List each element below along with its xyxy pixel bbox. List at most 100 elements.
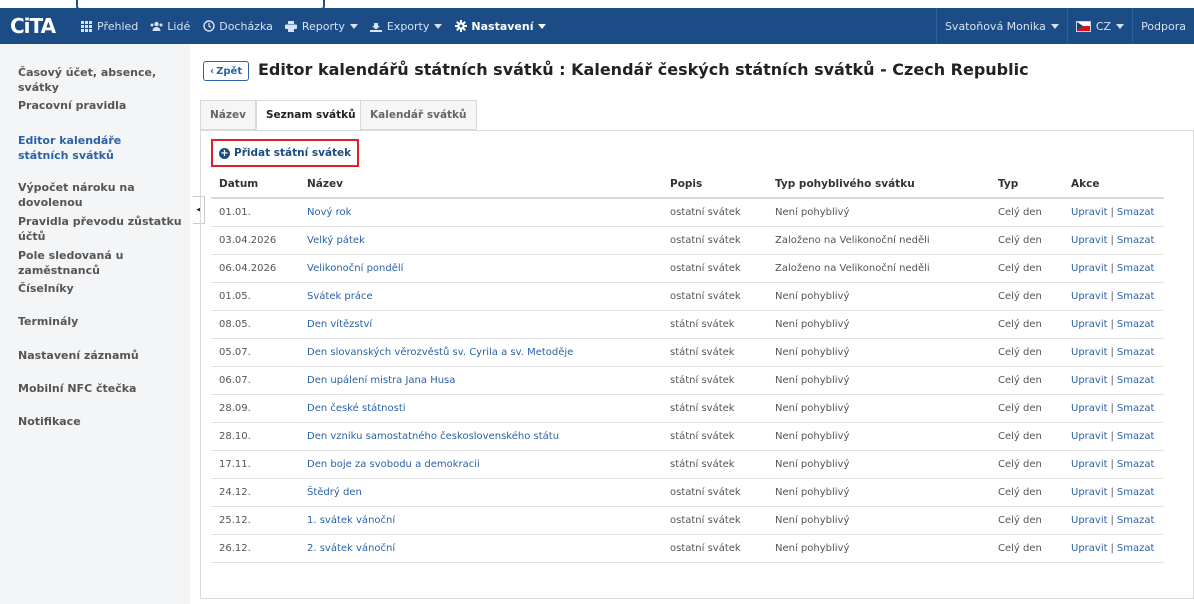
back-button[interactable]: ‹ Zpět: [203, 61, 250, 81]
holiday-name-link[interactable]: Den upálení mistra Jana Husa: [299, 366, 662, 395]
holiday-description: ostatní svátek: [662, 478, 767, 507]
nav-reporty[interactable]: Reporty: [279, 20, 364, 33]
delete-link[interactable]: Smazat: [1117, 263, 1155, 274]
sidebar-item-casovy-ucet[interactable]: Časový účet, absence, svátky: [18, 65, 186, 95]
sidebar-item-terminaly[interactable]: Terminály: [18, 314, 186, 329]
delete-link[interactable]: Smazat: [1117, 459, 1155, 470]
nav-prehled[interactable]: Přehled: [74, 20, 144, 33]
column-header-nazev[interactable]: Název: [299, 171, 662, 199]
holiday-name-link[interactable]: Velikonoční pondělí: [299, 254, 662, 283]
table-header-row: Datum Název Popis Typ pohyblivého svátku…: [211, 171, 1164, 199]
edit-link[interactable]: Upravit: [1071, 543, 1108, 554]
delete-link[interactable]: Smazat: [1117, 431, 1155, 442]
edit-link[interactable]: Upravit: [1071, 487, 1108, 498]
edit-link[interactable]: Upravit: [1071, 263, 1108, 274]
holiday-type: Celý den: [990, 282, 1063, 311]
user-menu[interactable]: Svatoňová Monika: [937, 20, 1067, 33]
edit-link[interactable]: Upravit: [1071, 459, 1108, 470]
edit-link[interactable]: Upravit: [1071, 347, 1108, 358]
column-header-akce: Akce: [1063, 171, 1164, 199]
holiday-date: 03.04.2026: [211, 226, 299, 255]
tab-kalendar-svatku[interactable]: Kalendář svátků: [360, 100, 477, 130]
edit-link[interactable]: Upravit: [1071, 319, 1108, 330]
holiday-actions: Upravit | Smazat: [1063, 534, 1164, 563]
brand[interactable]: CiTA: [0, 14, 74, 38]
holiday-name-link[interactable]: Nový rok: [299, 198, 662, 227]
edit-link[interactable]: Upravit: [1071, 431, 1108, 442]
back-label: Zpět: [216, 65, 243, 77]
holiday-name-link[interactable]: Svátek práce: [299, 282, 662, 311]
holiday-date: 28.10.: [211, 422, 299, 451]
delete-link[interactable]: Smazat: [1117, 375, 1155, 386]
delete-link[interactable]: Smazat: [1117, 319, 1155, 330]
holiday-description: státní svátek: [662, 338, 767, 367]
holiday-name-link[interactable]: Den vzniku samostatného československého…: [299, 422, 662, 451]
delete-link[interactable]: Smazat: [1117, 487, 1155, 498]
edit-link[interactable]: Upravit: [1071, 403, 1108, 414]
sidebar-item-vypocet-naroku[interactable]: Výpočet nároku na dovolenou: [18, 180, 186, 210]
delete-link[interactable]: Smazat: [1117, 403, 1155, 414]
delete-link[interactable]: Smazat: [1117, 543, 1155, 554]
tab-nazev[interactable]: Název: [200, 100, 256, 130]
action-separator: |: [1110, 431, 1114, 442]
holiday-name-link[interactable]: Den vítězství: [299, 310, 662, 339]
delete-link[interactable]: Smazat: [1117, 291, 1155, 302]
holiday-date: 06.07.: [211, 366, 299, 395]
holiday-name-link[interactable]: Den slovanských věrozvěstů sv. Cyrila a …: [299, 338, 662, 367]
action-separator: |: [1110, 263, 1114, 274]
delete-link[interactable]: Smazat: [1117, 515, 1155, 526]
chevron-down-icon: [1050, 23, 1059, 29]
column-header-typ[interactable]: Typ: [990, 171, 1063, 199]
gear-icon: [454, 20, 467, 33]
column-header-typ-pohybliveho[interactable]: Typ pohyblivého svátku: [767, 171, 990, 199]
edit-link[interactable]: Upravit: [1071, 515, 1108, 526]
cita-logo[interactable]: CiTA: [10, 14, 56, 38]
edit-link[interactable]: Upravit: [1071, 207, 1108, 218]
sidebar-item-pole-sledovana[interactable]: Pole sledovaná u zaměstnanců: [18, 248, 186, 278]
holiday-movable-type: Založeno na Velikonoční neděli: [767, 226, 990, 255]
support-menu[interactable]: Podpora: [1133, 20, 1194, 33]
holiday-movable-type: Není pohyblivý: [767, 450, 990, 479]
edit-link[interactable]: Upravit: [1071, 375, 1108, 386]
holiday-name-link[interactable]: Velký pátek: [299, 226, 662, 255]
holiday-name-link[interactable]: 1. svátek vánoční: [299, 506, 662, 535]
delete-link[interactable]: Smazat: [1117, 347, 1155, 358]
nav-exporty[interactable]: Exporty: [364, 20, 449, 33]
holiday-date: 06.04.2026: [211, 254, 299, 283]
table-row: 08.05. Den vítězství státní svátek Není poh…: [211, 310, 1164, 339]
nav-nastaveni[interactable]: Nastavení: [448, 20, 552, 33]
sidebar-item-editor-kalendare[interactable]: Editor kalendáře státních svátků: [18, 133, 168, 163]
holiday-type: Celý den: [990, 394, 1063, 423]
language-menu[interactable]: CZ: [1068, 20, 1132, 33]
tab-panel: + Přidat státní svátek Datum Název Popis…: [200, 130, 1194, 599]
sidebar-item-pracovni-pravidla[interactable]: Pracovní pravidla: [18, 98, 186, 113]
holiday-type: Celý den: [990, 310, 1063, 339]
delete-link[interactable]: Smazat: [1117, 235, 1155, 246]
edit-link[interactable]: Upravit: [1071, 235, 1108, 246]
holiday-description: ostatní svátek: [662, 198, 767, 227]
tab-seznam-svatku[interactable]: Seznam svátků: [256, 100, 366, 130]
sidebar-item-ciselniky[interactable]: Číselníky: [18, 281, 186, 296]
holiday-name-link[interactable]: Den české státnosti: [299, 394, 662, 423]
nav-lide[interactable]: Lidé: [144, 20, 196, 33]
holiday-type: Celý den: [990, 198, 1063, 227]
sidebar-item-mobilni-nfc[interactable]: Mobilní NFC čtečka: [18, 381, 186, 396]
sidebar-item-notifikace[interactable]: Notifikace: [18, 414, 186, 429]
holiday-actions: Upravit | Smazat: [1063, 282, 1164, 311]
holiday-description: státní svátek: [662, 394, 767, 423]
action-separator: |: [1110, 515, 1114, 526]
support-label: Podpora: [1141, 19, 1186, 33]
holiday-name-link[interactable]: Den boje za svobodu a demokracii: [299, 450, 662, 479]
column-header-datum[interactable]: Datum: [211, 171, 299, 199]
table-row: 01.01. Nový rok ostatní svátek Není pohybli…: [211, 198, 1164, 227]
add-holiday-button[interactable]: + Přidat státní svátek: [211, 139, 360, 167]
sidebar-item-nastaveni-zaznamu[interactable]: Nastavení záznamů: [18, 348, 186, 363]
edit-link[interactable]: Upravit: [1071, 291, 1108, 302]
nav-dochazka[interactable]: Docházka: [196, 20, 279, 33]
holiday-name-link[interactable]: 2. svátek vánoční: [299, 534, 662, 563]
table-row: 17.11. Den boje za svobodu a demokracii st…: [211, 450, 1164, 479]
column-header-popis[interactable]: Popis: [662, 171, 767, 199]
delete-link[interactable]: Smazat: [1117, 207, 1155, 218]
sidebar-item-pravidla-prevodu[interactable]: Pravidla převodu zůstatku účtů: [18, 214, 186, 244]
holiday-name-link[interactable]: Štědrý den: [299, 478, 662, 507]
